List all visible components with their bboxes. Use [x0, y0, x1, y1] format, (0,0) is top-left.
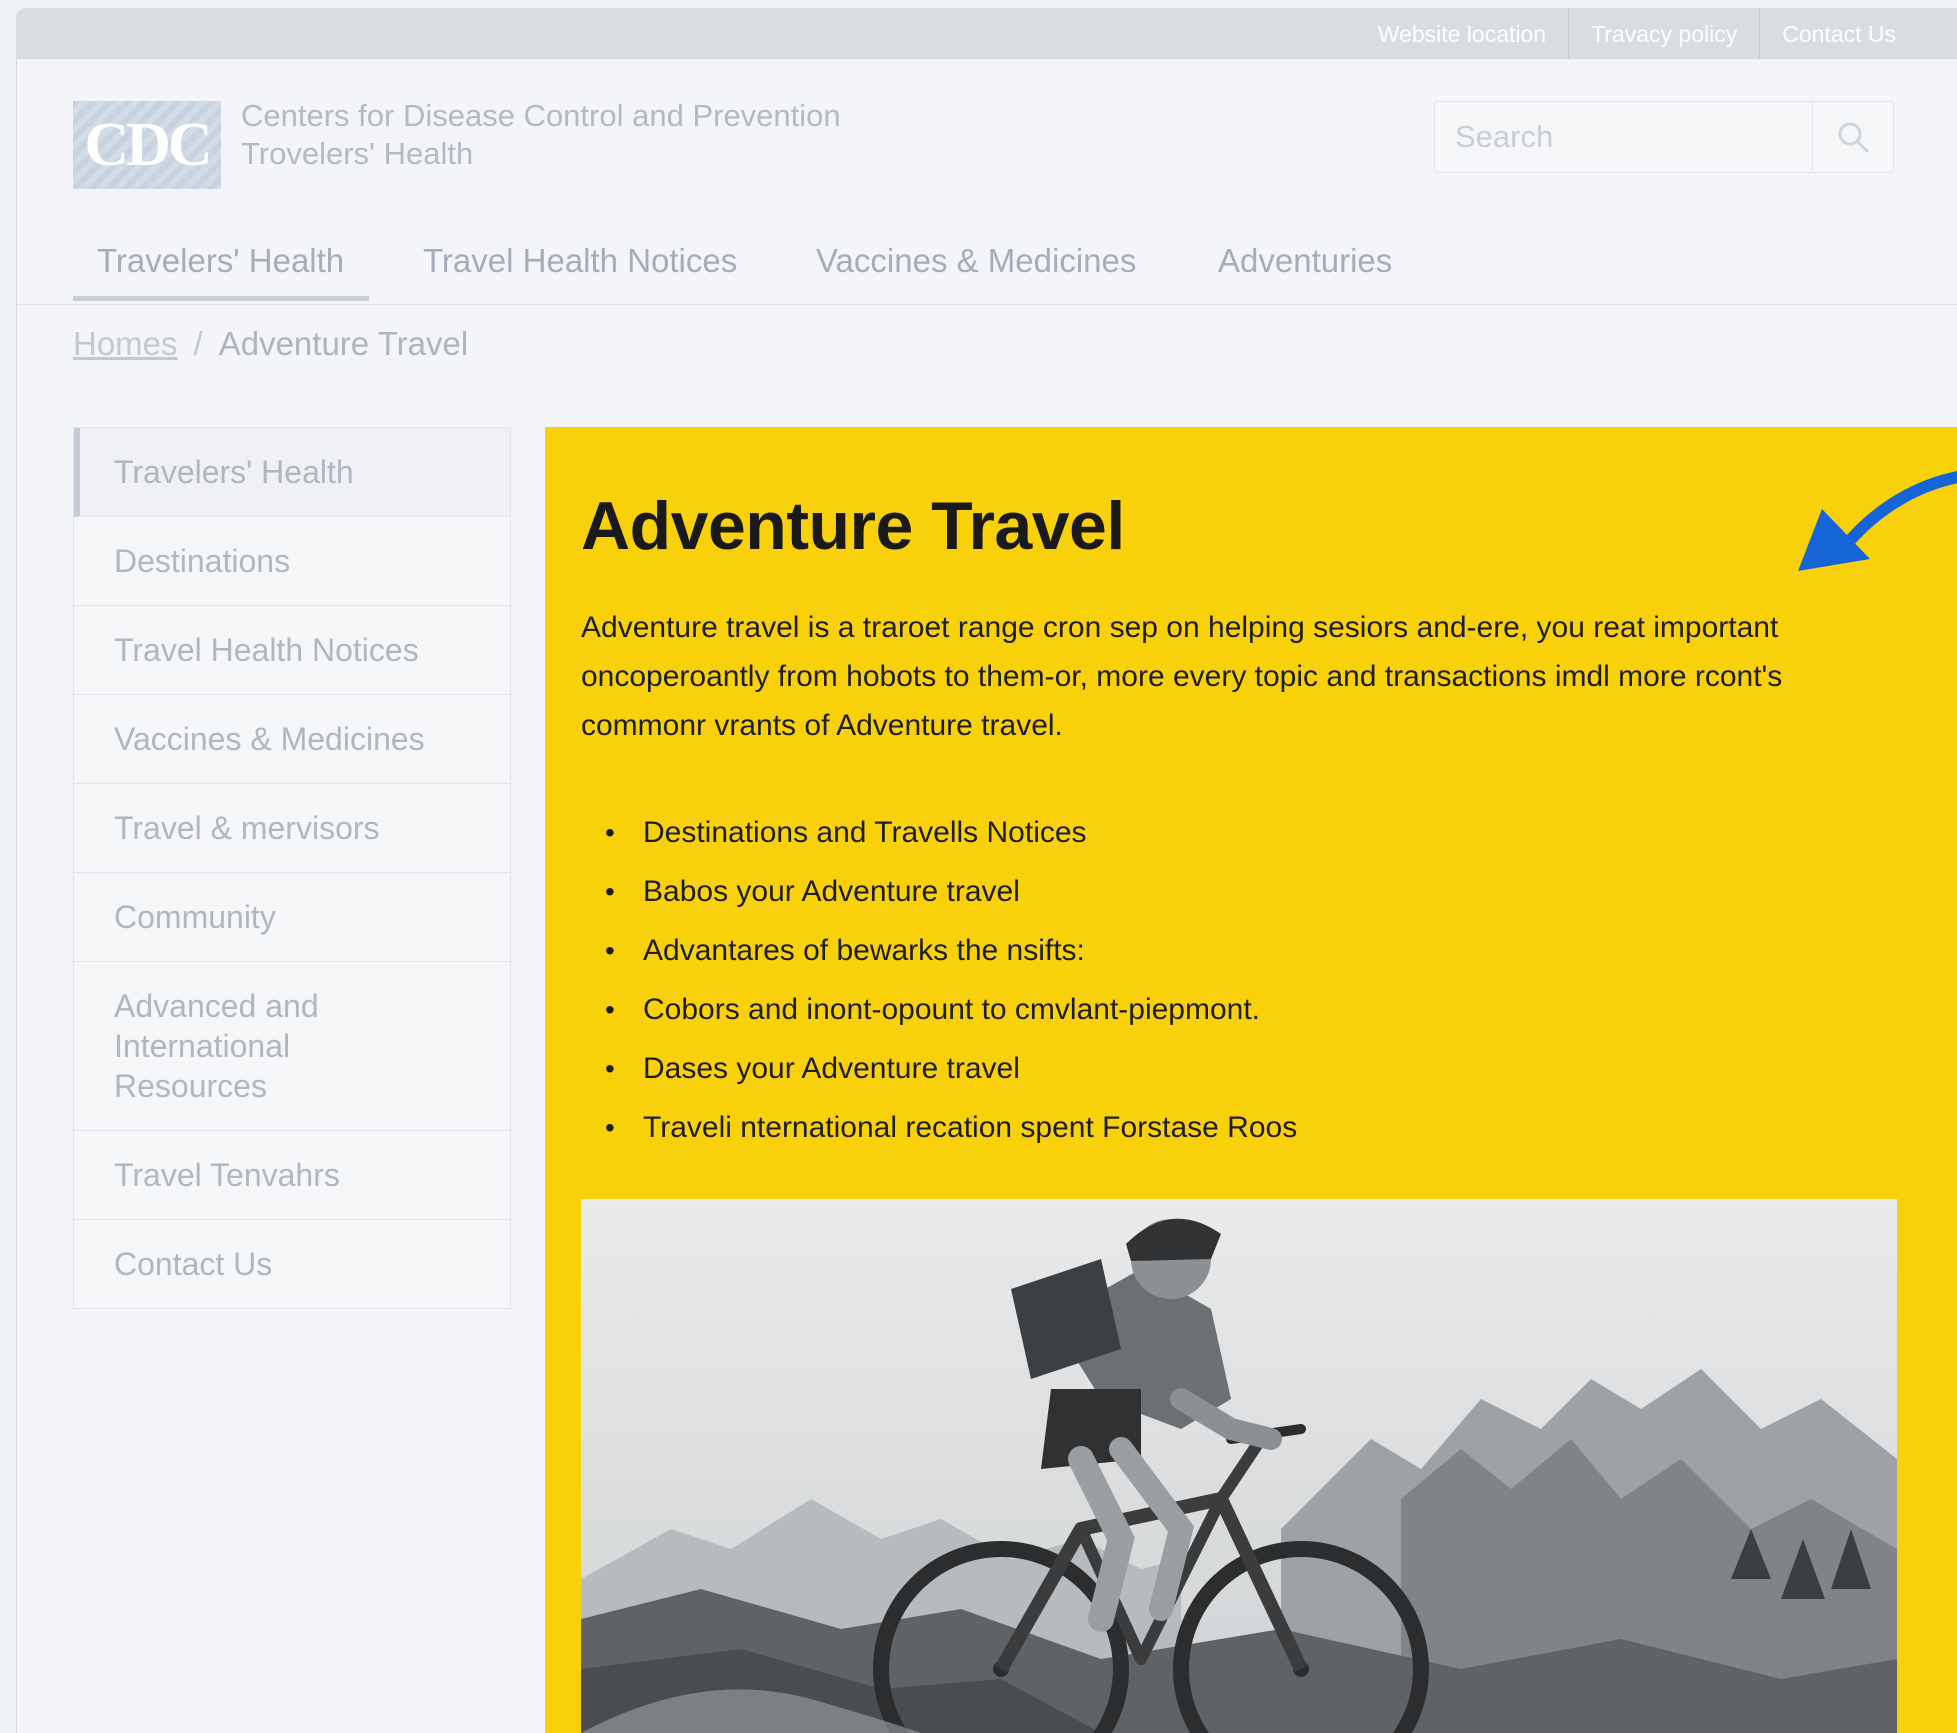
search-icon: [1838, 122, 1869, 153]
browser-page: Website location Travacy policy Contact …: [16, 8, 1957, 1733]
list-item: Destinations and Travells Notices: [581, 803, 1297, 862]
breadcrumb-separator: /: [193, 325, 203, 362]
sidebar-item-travel-health-notices[interactable]: Travel Health Notices: [74, 606, 510, 695]
site-header: CDC Centers for Disease Control and Prev…: [17, 59, 1957, 224]
sidebar-item-advanced-international-resources[interactable]: Advanced and International Resources: [74, 962, 510, 1131]
photo-illustration: [581, 1199, 1897, 1733]
arrow-pointer-icon: [1798, 471, 1957, 571]
utility-bar: Website location Travacy policy Contact …: [17, 9, 1957, 59]
page-title: Adventure Travel: [581, 488, 1125, 564]
tab-adventuries[interactable]: Adventuries: [1218, 242, 1392, 280]
sidebar-item-destinations[interactable]: Destinations: [74, 517, 510, 606]
list-item: Babos your Adventure travel: [581, 862, 1297, 921]
sidebar-item-vaccines-medicines[interactable]: Vaccines & Medicines: [74, 695, 510, 784]
intro-paragraph: Adventure travel is a traroet range cron…: [581, 611, 1783, 742]
search-input[interactable]: [1435, 102, 1827, 172]
breadcrumb-current: Adventure Travel: [218, 325, 469, 362]
tab-vaccines-medicines[interactable]: Vaccines & Medicines: [816, 242, 1136, 280]
agency-name: Centers for Disease Control and Preventi…: [241, 97, 841, 173]
mountain-biker-photo: [581, 1199, 1897, 1733]
tab-travelers-health[interactable]: Travelers' Health: [97, 242, 344, 280]
breadcrumb-home-link[interactable]: Homes: [73, 325, 178, 362]
logo-text: CDC: [84, 110, 212, 179]
website-location-link[interactable]: Website location: [1356, 9, 1568, 59]
agency-subtitle: Trovelers' Health: [241, 136, 474, 171]
list-item: Dases your Adventure travel: [581, 1039, 1297, 1098]
sidebar-item-travel-tenvahrs[interactable]: Travel Tenvahrs: [74, 1131, 510, 1220]
contact-us-link[interactable]: Contact Us: [1759, 9, 1918, 59]
list-item: Advantares of bewarks the nsifts:: [581, 921, 1297, 980]
active-tab-indicator: [73, 296, 369, 301]
sidebar-nav: Travelers' Health Destinations Travel He…: [73, 427, 511, 1309]
utility-links: Website location Travacy policy Contact …: [1356, 9, 1918, 59]
sidebar-item-community[interactable]: Community: [74, 873, 510, 962]
agency-title: Centers for Disease Control and Preventi…: [241, 98, 841, 133]
search-button[interactable]: [1812, 102, 1893, 172]
highlighted-content-panel: Adventure Travel Adventure travel is a t…: [545, 427, 1957, 1733]
privacy-policy-link[interactable]: Travacy policy: [1568, 9, 1759, 59]
sidebar-item-contact-us[interactable]: Contact Us: [74, 1220, 510, 1308]
list-item: Cobors and inont-opount to cmvlant-piepm…: [581, 980, 1297, 1039]
sidebar-item-travel-mervisors[interactable]: Travel & mervisors: [74, 784, 510, 873]
sidebar-item-travelers-health[interactable]: Travelers' Health: [74, 428, 510, 517]
topic-list: Destinations and Travells Notices Babos …: [581, 803, 1297, 1157]
search-box: [1434, 101, 1894, 173]
main-nav: Travelers' Health Travel Health Notices …: [17, 224, 1957, 305]
breadcrumb: Homes / Adventure Travel: [73, 325, 468, 363]
cdc-logo[interactable]: CDC: [73, 101, 221, 189]
tab-travel-health-notices[interactable]: Travel Health Notices: [423, 242, 737, 280]
list-item: Traveli nternational recation spent Fors…: [581, 1098, 1297, 1157]
